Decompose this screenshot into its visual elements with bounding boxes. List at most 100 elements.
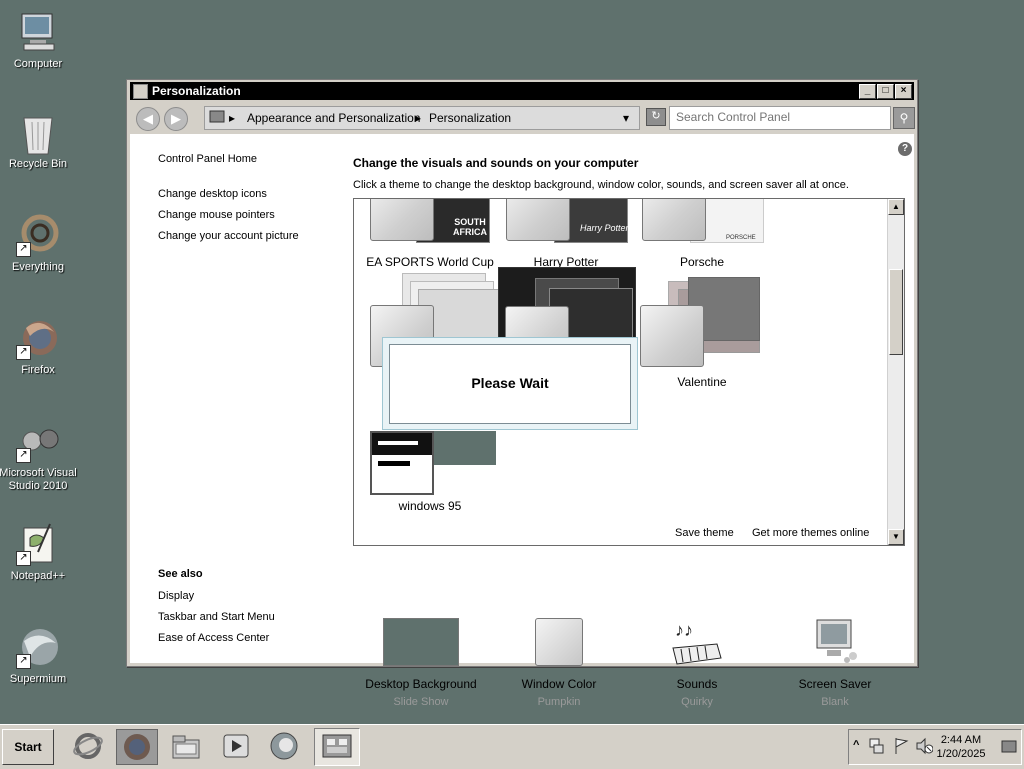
breadcrumb-separator[interactable]: ▸ (415, 111, 421, 125)
help-icon[interactable]: ? (898, 142, 912, 156)
tray-expand-icon[interactable]: ^ (853, 739, 859, 751)
theme-label: windows 95 (398, 499, 462, 513)
folder-icon (172, 735, 200, 759)
item-value: Slide Show (393, 696, 449, 708)
breadcrumb[interactable]: ▸ Appearance and Personalization ▸ Perso… (204, 106, 640, 130)
window-color-item[interactable]: Window Color Pumpkin (499, 618, 619, 708)
desktop-icon-label: Recycle Bin (8, 158, 68, 170)
firefox-icon (124, 734, 150, 760)
desktop-icon-computer[interactable]: Computer (0, 10, 78, 71)
link-taskbar-start-menu[interactable]: Taskbar and Start Menu (158, 611, 275, 623)
desktop-icon-label: Computer (13, 58, 63, 70)
desktop-icon-supermium[interactable]: ↗ Supermium (0, 625, 78, 686)
breadcrumb-separator[interactable]: ▸ (229, 111, 235, 125)
address-dropdown-icon[interactable]: ▾ (623, 111, 629, 125)
flag-icon[interactable] (893, 737, 909, 758)
desktop-icon-label: Notepad++ (10, 570, 66, 582)
page-title: Change the visuals and sounds on your co… (353, 156, 639, 170)
title-bar[interactable]: Personalization _ □ × (130, 82, 914, 100)
refresh-button[interactable]: ↻ (646, 108, 666, 126)
theme-thumbnail: Harry Potter (498, 199, 634, 253)
item-value: Quirky (681, 696, 713, 708)
scroll-thumb[interactable] (889, 269, 903, 355)
theme-valentine[interactable]: Valentine (634, 267, 770, 389)
theme-harry-potter[interactable]: Harry Potter Harry Potter (498, 199, 634, 269)
theme-thumbnail (362, 431, 498, 505)
desktop-icon-recycle-bin[interactable]: Recycle Bin (0, 110, 78, 171)
control-panel-icon (322, 734, 352, 758)
desktop-icon-notepad-plus-plus[interactable]: ↗ Notepad++ (0, 522, 78, 583)
breadcrumb-appearance[interactable]: Appearance and Personalization (247, 111, 420, 125)
save-theme-link[interactable]: Save theme (675, 527, 734, 539)
link-change-account-picture[interactable]: Change your account picture (158, 230, 299, 242)
link-display[interactable]: Display (158, 590, 194, 602)
screen-saver-item[interactable]: Screen Saver Blank (775, 618, 895, 708)
taskbar: Start ^ 2:44 AM 1/20/2025 (0, 724, 1024, 769)
dialog-body: Please Wait (389, 344, 631, 424)
taskbar-supermium[interactable] (268, 730, 300, 762)
maximize-button[interactable]: □ (877, 84, 894, 99)
link-change-mouse-pointers[interactable]: Change mouse pointers (158, 209, 275, 221)
scroll-up-button[interactable]: ▲ (888, 199, 904, 215)
internet-explorer-icon (73, 733, 103, 759)
theme-porsche[interactable]: PORSCHE Porsche (634, 199, 770, 269)
taskbar-internet-explorer[interactable] (72, 730, 104, 762)
clock[interactable]: 2:44 AM 1/20/2025 (931, 733, 991, 761)
desktop-icon-label: Everything (12, 261, 64, 273)
screen-saver-icon (797, 618, 873, 666)
supermium-icon (270, 732, 298, 760)
sounds-icon: ♪♪ (659, 618, 735, 666)
scroll-down-button[interactable]: ▼ (888, 529, 904, 545)
desktop-icon-label: Firefox (21, 364, 55, 376)
start-button[interactable]: Start (2, 729, 54, 765)
get-more-themes-link[interactable]: Get more themes online (752, 527, 869, 539)
theme-thumbnail: SOUTH AFRICA (362, 199, 498, 253)
taskbar-control-panel[interactable] (314, 728, 360, 766)
please-wait-dialog: Please Wait (382, 337, 638, 430)
theme-thumbnail: PORSCHE (634, 199, 770, 253)
item-name: Desktop Background (365, 677, 477, 691)
address-bar: ◀ ▶ ▸ Appearance and Personalization ▸ P… (130, 102, 915, 132)
taskbar-media-player[interactable] (220, 730, 252, 762)
theme-list-scrollbar[interactable]: ▲ ▼ (887, 199, 904, 545)
desktop-background-icon (383, 618, 459, 666)
everything-icon: ↗ (16, 213, 60, 257)
desktop-icon-firefox[interactable]: ↗ Firefox (0, 316, 78, 377)
shortcut-arrow-icon: ↗ (16, 551, 31, 566)
search-icon[interactable]: ⚲ (893, 107, 915, 129)
see-also-heading: See also (158, 568, 203, 580)
window-color-icon (521, 618, 597, 666)
breadcrumb-personalization[interactable]: Personalization (429, 111, 511, 125)
theme-windows-95[interactable]: windows 95 (362, 431, 498, 513)
item-value: Blank (821, 696, 849, 708)
item-value: Pumpkin (537, 696, 581, 708)
search-input[interactable] (670, 107, 876, 127)
desktop-icon-everything[interactable]: ↗ Everything (0, 213, 78, 274)
link-ease-of-access[interactable]: Ease of Access Center (158, 632, 269, 644)
network-icon[interactable] (869, 737, 885, 758)
close-button[interactable]: × (895, 84, 912, 99)
theme-brand-text: SOUTH AFRICA (453, 217, 487, 237)
link-control-panel-home[interactable]: Control Panel Home (158, 153, 257, 165)
minimize-button[interactable]: _ (859, 84, 876, 99)
please-wait-text: Please Wait (471, 375, 549, 391)
svg-text:♪♪: ♪♪ (675, 620, 693, 640)
theme-brand-text: Harry Potter (580, 223, 629, 233)
computer-icon (16, 10, 60, 54)
desktop-icon-label: Supermium (9, 673, 67, 685)
taskbar-firefox[interactable] (116, 729, 158, 765)
show-desktop-icon[interactable] (1001, 740, 1017, 757)
sounds-item[interactable]: ♪♪ Sounds Quirky (637, 618, 757, 708)
visual-studio-icon: ↗ (16, 419, 60, 463)
link-change-desktop-icons[interactable]: Change desktop icons (158, 188, 267, 200)
clock-time: 2:44 AM (940, 734, 982, 746)
forward-button[interactable]: ▶ (164, 107, 188, 131)
desktop-icon-visual-studio[interactable]: ↗ Microsoft Visual Studio 2010 (0, 419, 78, 493)
theme-ea-sports[interactable]: SOUTH AFRICA EA SPORTS World Cup (362, 199, 498, 269)
back-button[interactable]: ◀ (136, 107, 160, 131)
desktop-background-item[interactable]: Desktop Background Slide Show (361, 618, 481, 708)
recycle-bin-icon (16, 110, 60, 155)
shortcut-arrow-icon: ↗ (16, 242, 31, 257)
taskbar-file-explorer[interactable] (170, 730, 202, 762)
item-name: Screen Saver (798, 677, 872, 691)
